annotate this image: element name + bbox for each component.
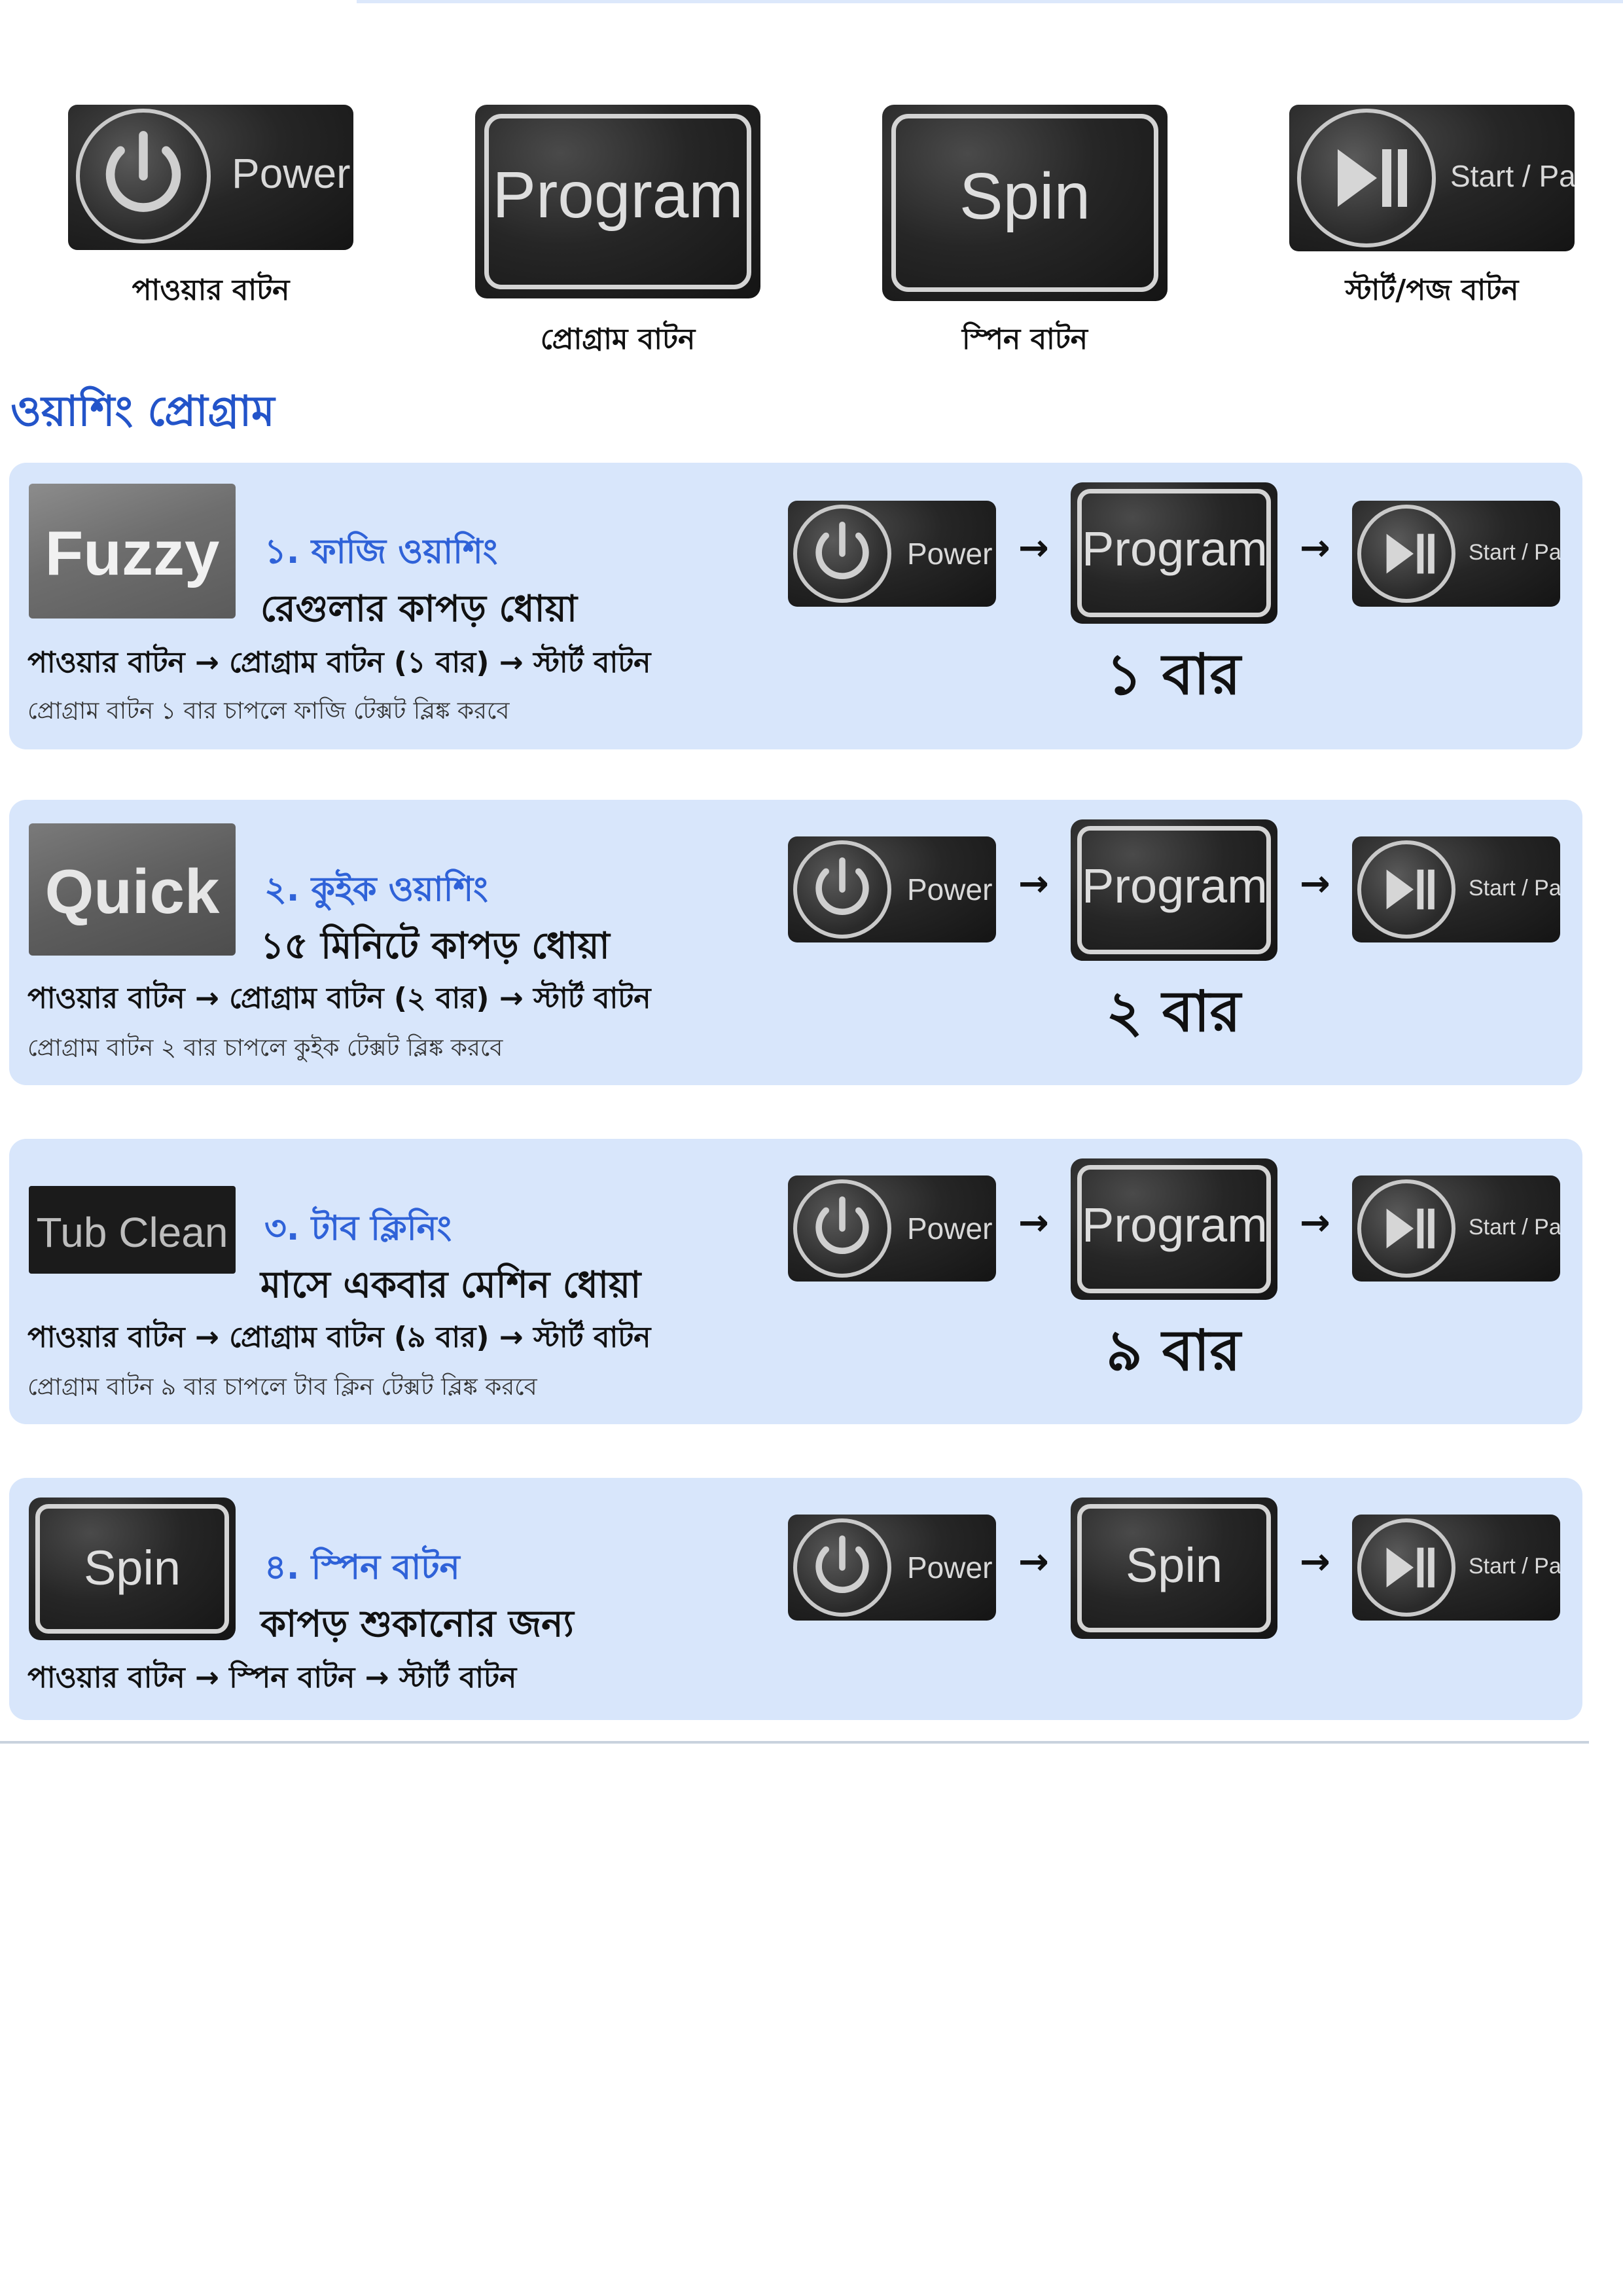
play-pause-icon xyxy=(1357,1518,1455,1617)
power-label: Power xyxy=(232,150,351,197)
arrow: → xyxy=(1300,1541,1330,1583)
spin-label: Spin xyxy=(959,160,1091,233)
program-title: ১. ফাজি ওয়াশিং xyxy=(264,532,498,571)
arrow: → xyxy=(1300,527,1330,569)
power-button-image: Power xyxy=(788,1175,996,1282)
program-subtitle: মাসে একবার মেশিন ধোয়া xyxy=(260,1264,641,1306)
program-frame: Program xyxy=(484,114,751,289)
program-steps: পাওয়ার বাটন → প্রোগ্রাম বাটন (১ বার) → … xyxy=(27,646,651,679)
start-label: Start / Pa xyxy=(1450,159,1575,193)
start-button-image: Start / Pa xyxy=(1352,1175,1560,1282)
power-icon xyxy=(76,109,211,243)
fuzzy-label-image: Fuzzy xyxy=(29,484,236,619)
program-note: প্রোগ্রাম বাটন ২ বার চাপলে কুইক টেক্সট ব… xyxy=(27,1035,503,1062)
press-count: ১ বার xyxy=(1106,642,1241,708)
program-title: ৪. স্পিন বাটন xyxy=(264,1548,460,1587)
start-button-image: Start / Pa xyxy=(1352,836,1560,942)
top-divider xyxy=(357,0,1623,3)
spin-frame: Spin xyxy=(891,114,1158,292)
spin-button-image: Spin xyxy=(882,105,1168,301)
power-button-image: Power xyxy=(788,1515,996,1621)
program-steps: পাওয়ার বাটন → প্রোগ্রাম বাটন (২ বার) → … xyxy=(27,982,651,1015)
program-steps: পাওয়ার বাটন → স্পিন বাটন → স্টার্ট বাটন xyxy=(27,1661,517,1695)
legend-spin: Spin স্পিন বাটন xyxy=(882,105,1168,367)
program-note: প্রোগ্রাম বাটন ৯ বার চাপলে টাব ক্লিন টেক… xyxy=(27,1374,537,1401)
program-label: Program xyxy=(492,158,743,232)
legend-program: Program প্রোগ্রাম বাটন xyxy=(475,105,760,367)
power-icon xyxy=(793,840,891,939)
power-icon xyxy=(793,1179,891,1278)
power-icon xyxy=(793,505,891,603)
spin-label-image: Spin xyxy=(29,1498,236,1640)
spin-caption: স্পিন বাটন xyxy=(961,323,1088,356)
program-steps: পাওয়ার বাটন → প্রোগ্রাম বাটন (৯ বার) → … xyxy=(27,1321,651,1354)
program-card-tub-clean: Tub Clean ৩. টাব ক্লিনিং মাসে একবার মেশি… xyxy=(9,1139,1582,1424)
play-pause-icon xyxy=(1297,109,1436,247)
spin-button-image: Spin xyxy=(1071,1498,1277,1639)
power-button-image: Power xyxy=(788,836,996,942)
arrow: → xyxy=(1018,1202,1049,1244)
start-button-image: Start / Pa xyxy=(1352,1515,1560,1621)
program-button-image: Program xyxy=(475,105,760,298)
program-card-fuzzy: Fuzzy ১. ফাজি ওয়াশিং রেগুলার কাপড় ধোয়… xyxy=(9,463,1582,749)
program-title: ২. কুইক ওয়াশিং xyxy=(264,870,488,909)
start-caption: স্টার্ট/পজ বাটন xyxy=(1345,274,1519,307)
program-subtitle: রেগুলার কাপড় ধোয়া xyxy=(260,588,577,630)
program-note: প্রোগ্রাম বাটন ১ বার চাপলে ফাজি টেক্সট ব… xyxy=(27,698,510,725)
program-subtitle: কাপড় শুকানোর জন্য xyxy=(260,1603,574,1645)
section-title: ওয়াশিং প্রোগ্রাম xyxy=(10,387,275,436)
play-pause-icon xyxy=(1357,505,1455,603)
legend-power: Power পাওয়ার বাটন xyxy=(68,105,353,314)
tub-clean-label-image: Tub Clean xyxy=(29,1186,236,1274)
power-button-image: Power xyxy=(68,105,353,250)
arrow: → xyxy=(1018,863,1049,905)
program-button-image: Program xyxy=(1071,819,1277,961)
press-count: ৯ বার xyxy=(1106,1318,1241,1384)
arrow: → xyxy=(1300,1202,1330,1244)
arrow: → xyxy=(1300,863,1330,905)
press-count: ২ বার xyxy=(1106,979,1241,1045)
legend-start: Start / Pa স্টার্ট/পজ বাটন xyxy=(1289,105,1575,314)
start-button-image: Start / Pa xyxy=(1352,501,1560,607)
program-button-image: Program xyxy=(1071,1158,1277,1300)
program-subtitle: ১৫ মিনিটে কাপড় ধোয়া xyxy=(260,925,610,967)
program-card-quick: Quick ২. কুইক ওয়াশিং ১৫ মিনিটে কাপড় ধো… xyxy=(9,800,1582,1085)
play-pause-icon xyxy=(1357,840,1455,939)
quick-label-image: Quick xyxy=(29,823,236,956)
program-title: ৩. টাব ক্লিনিং xyxy=(264,1209,452,1248)
play-pause-icon xyxy=(1357,1179,1455,1278)
program-card-spin: Spin ৪. স্পিন বাটন কাপড় শুকানোর জন্য পা… xyxy=(9,1478,1582,1720)
power-caption: পাওয়ার বাটন xyxy=(132,274,290,307)
start-button-image: Start / Pa xyxy=(1289,105,1575,251)
power-icon xyxy=(793,1518,891,1617)
program-caption: প্রোগ্রাম বাটন xyxy=(540,323,696,356)
bottom-divider xyxy=(0,1741,1589,1744)
arrow: → xyxy=(1018,1541,1049,1583)
arrow: → xyxy=(1018,527,1049,569)
power-button-image: Power xyxy=(788,501,996,607)
program-button-image: Program xyxy=(1071,482,1277,624)
